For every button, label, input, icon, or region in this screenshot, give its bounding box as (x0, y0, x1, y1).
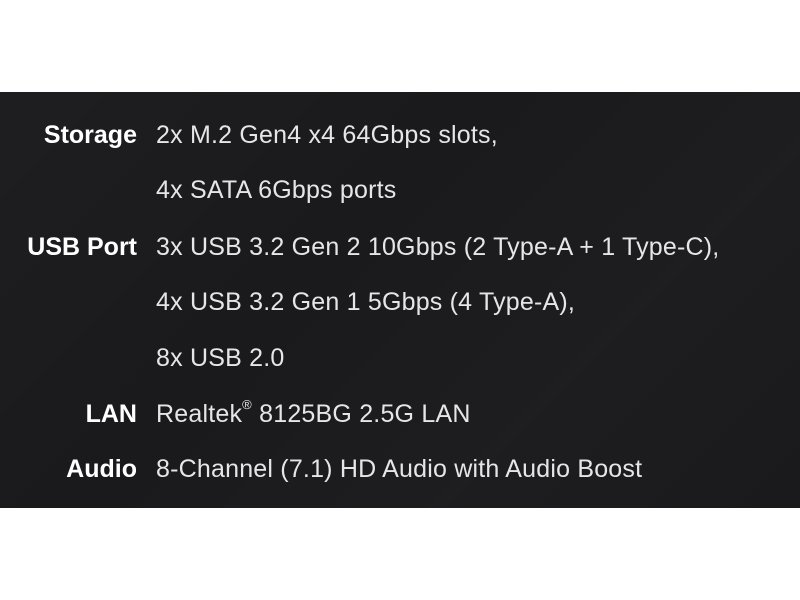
spec-label: LAN (85, 400, 137, 428)
registered-mark: ® (242, 397, 252, 412)
spec-row-storage: Storage 2x M.2 Gen4 x4 64Gbps slots, (0, 115, 800, 155)
spec-label: Storage (43, 121, 137, 149)
spec-label: USB Port (27, 233, 137, 261)
lan-model: 8125BG 2.5G LAN (259, 400, 471, 428)
spec-value: 2x M.2 Gen4 x4 64Gbps slots, (156, 121, 498, 149)
spec-row-storage-cont: 4x SATA 6Gbps ports (0, 170, 800, 210)
spec-row-lan: LAN Realtek® 8125BG 2.5G LAN (0, 394, 800, 434)
spec-row-usb-cont: 4x USB 3.2 Gen 1 5Gbps (4 Type-A), (0, 282, 800, 322)
spec-value: 4x USB 3.2 Gen 1 5Gbps (4 Type-A), (156, 288, 576, 316)
spec-value: Realtek® 8125BG 2.5G LAN (156, 394, 471, 434)
spec-row-audio: Audio 8-Channel (7.1) HD Audio with Audi… (0, 449, 800, 489)
spec-row-usb-cont: 8x USB 2.0 (0, 338, 800, 378)
spec-row-usb: USB Port 3x USB 3.2 Gen 2 10Gbps (2 Type… (0, 227, 800, 267)
spec-label: Audio (66, 455, 137, 483)
lan-brand: Realtek (156, 400, 243, 428)
spec-panel: Storage 2x M.2 Gen4 x4 64Gbps slots, 4x … (0, 92, 800, 508)
spec-value: 4x SATA 6Gbps ports (156, 176, 397, 204)
spec-value: 3x USB 3.2 Gen 2 10Gbps (2 Type-A + 1 Ty… (156, 233, 720, 261)
spec-value: 8-Channel (7.1) HD Audio with Audio Boos… (156, 455, 643, 483)
spec-value: 8x USB 2.0 (156, 344, 285, 372)
